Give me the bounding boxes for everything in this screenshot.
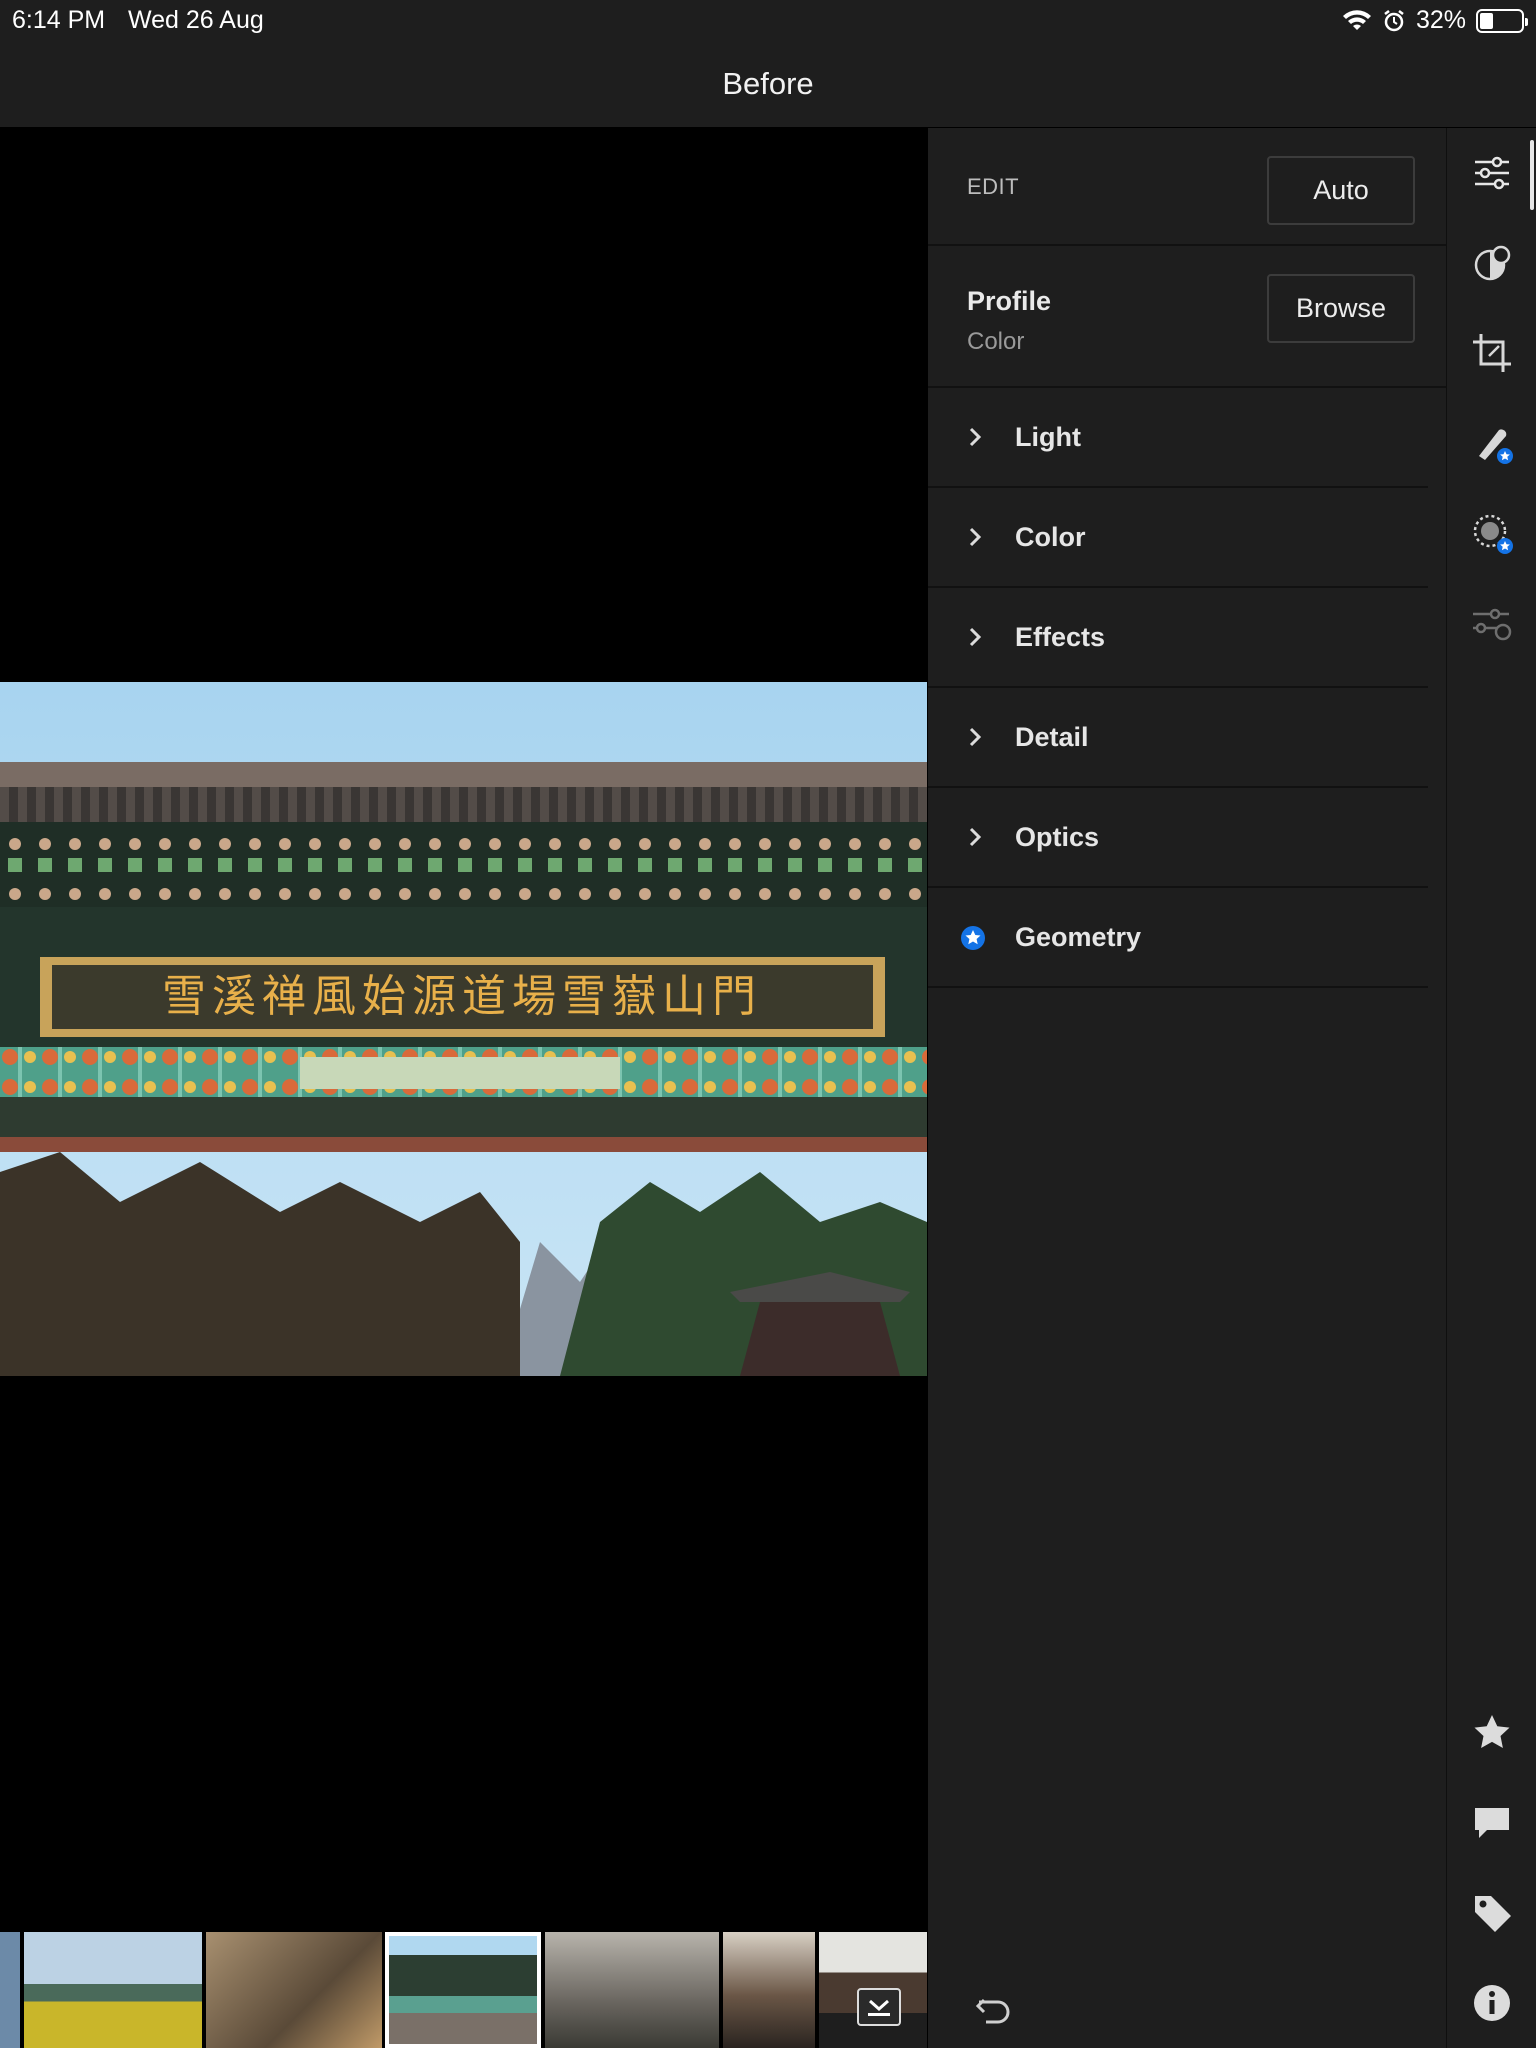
info-icon [1474, 1985, 1510, 2021]
edit-panel: EDIT Auto Profile Color Browse Light Col… [927, 128, 1447, 2048]
chevron-right-icon [969, 527, 982, 547]
alarm-icon [1384, 9, 1404, 31]
versions-icon [1473, 608, 1512, 641]
section-label: Geometry [1015, 922, 1142, 952]
filmstrip-thumbnail[interactable] [723, 1932, 815, 2048]
premium-star-icon [961, 926, 985, 950]
chevron-right-icon [969, 627, 982, 647]
filmstrip-thumbnail[interactable] [24, 1932, 202, 2048]
filmstrip-thumbnail[interactable] [545, 1932, 719, 2048]
section-detail[interactable]: Detail [928, 688, 1428, 788]
reset-icon[interactable] [972, 1990, 1016, 2030]
filmstrip-toggle-button[interactable] [857, 1988, 901, 2026]
section-label: Detail [1015, 722, 1089, 752]
tool-crop[interactable] [1469, 330, 1515, 376]
profile-row: Profile Color Browse [928, 246, 1447, 388]
filmstrip[interactable] [0, 1932, 927, 2048]
tool-presets[interactable] [1469, 240, 1515, 286]
status-bar: 6:14 PM Wed 26 Aug 32% [0, 0, 1536, 42]
crop-icon [1473, 334, 1511, 372]
tool-sidebar [1446, 128, 1536, 2048]
rating-button[interactable] [1469, 1710, 1515, 1756]
page-title[interactable]: Before [0, 66, 1536, 102]
comment-icon [1475, 1808, 1509, 1838]
edit-label: EDIT [967, 174, 1020, 199]
active-tool-indicator [1530, 140, 1534, 210]
tool-edit[interactable] [1469, 150, 1515, 196]
sliders-icon [1475, 156, 1509, 190]
tag-icon [1475, 1896, 1511, 1932]
profile-label: Profile [967, 286, 1052, 316]
section-geometry[interactable]: Geometry [928, 888, 1428, 988]
status-date: Wed 26 Aug [128, 6, 264, 34]
presets-icon [1474, 245, 1511, 281]
chevron-right-icon [969, 427, 982, 447]
section-optics[interactable]: Optics [928, 788, 1428, 888]
signboard-text: 雪溪禅風始源道場雪嶽山門 [162, 971, 762, 1022]
masking-icon [1473, 514, 1513, 554]
tool-healing[interactable] [1469, 420, 1515, 466]
section-label: Optics [1015, 822, 1100, 852]
section-color[interactable]: Color [928, 488, 1428, 588]
status-time: 6:14 PM [12, 6, 106, 34]
profile-value: Color [967, 328, 1025, 355]
healing-brush-icon [1479, 429, 1513, 464]
wifi-icon [1342, 9, 1371, 30]
filmstrip-thumbnail[interactable] [206, 1932, 382, 2048]
battery-percent: 32% [1415, 6, 1466, 34]
battery-icon [1476, 8, 1528, 33]
title-bar: Before [0, 42, 1536, 128]
section-label: Effects [1015, 622, 1106, 652]
filmstrip-thumbnail-selected[interactable] [385, 1932, 541, 2048]
signboard: 雪溪禅風始源道場雪嶽山門 [40, 957, 885, 1037]
tool-versions[interactable] [1469, 600, 1515, 646]
comments-button[interactable] [1469, 1800, 1515, 1846]
chevron-right-icon [969, 727, 982, 747]
section-light[interactable]: Light [928, 388, 1428, 488]
chevron-right-icon [969, 827, 982, 847]
edit-header: EDIT Auto [928, 128, 1447, 246]
tool-masking[interactable] [1469, 510, 1515, 556]
keywords-button[interactable] [1469, 1890, 1515, 1936]
section-effects[interactable]: Effects [928, 588, 1428, 688]
info-button[interactable] [1469, 1980, 1515, 2026]
browse-button[interactable]: Browse [1267, 274, 1415, 343]
filmstrip-collapse-icon [868, 1999, 890, 2016]
auto-button[interactable]: Auto [1267, 156, 1415, 225]
star-icon [1474, 1715, 1510, 1748]
section-label: Color [1015, 522, 1086, 552]
filmstrip-thumbnail[interactable] [0, 1932, 20, 2048]
status-indicators: 32% [1342, 6, 1528, 35]
photo-preview[interactable]: 雪溪禅風始源道場雪嶽山門 [0, 682, 927, 1376]
image-canvas[interactable]: 雪溪禅風始源道場雪嶽山門 [0, 128, 927, 1932]
section-label: Light [1015, 422, 1081, 452]
